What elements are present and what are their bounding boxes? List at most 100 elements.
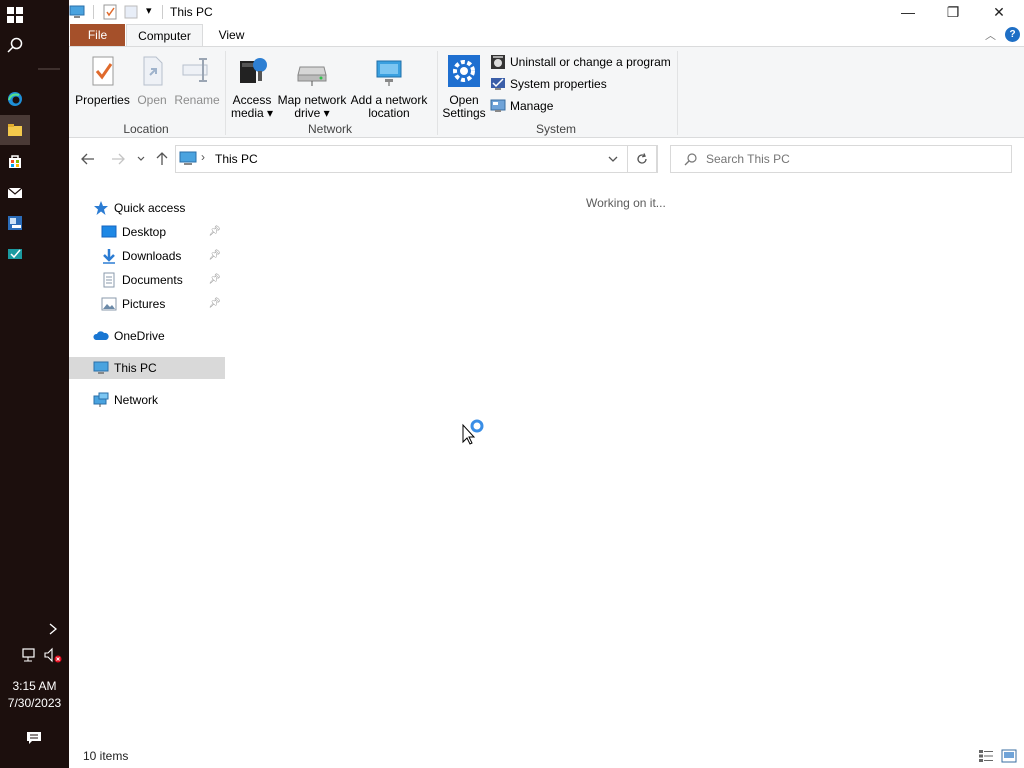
uninstall-icon — [491, 55, 505, 69]
nav-item-quick-access[interactable]: Quick access — [69, 197, 225, 219]
clock-date: 7/30/2023 — [7, 696, 62, 710]
group-separator — [225, 51, 226, 135]
tab-view[interactable]: View — [209, 24, 254, 46]
nav-label-pictures: Pictures — [122, 297, 166, 311]
nav-item-downloads[interactable]: Downloads 📌︎ — [69, 245, 225, 267]
up-button[interactable] — [151, 148, 173, 170]
nav-item-pictures[interactable]: Pictures 📌︎ — [69, 293, 225, 315]
new-folder-qat-icon[interactable] — [123, 4, 139, 20]
taskbar-mail[interactable] — [0, 177, 30, 207]
map-network-drive-button[interactable]: Map network drive ▾ — [276, 55, 348, 120]
uninstall-label: Uninstall or change a program — [510, 55, 671, 69]
manage-button[interactable]: Manage — [490, 97, 553, 115]
rename-button[interactable]: Rename — [174, 55, 220, 107]
address-dropdown-icon[interactable] — [608, 156, 618, 163]
nav-item-network[interactable]: Network — [69, 389, 225, 411]
pin-icon[interactable]: 📌︎ — [208, 226, 221, 237]
nav-label-onedrive: OneDrive — [114, 329, 165, 343]
app-icon — [8, 249, 22, 259]
network-location-icon — [376, 60, 402, 86]
pin-icon[interactable]: 📌︎ — [208, 250, 221, 261]
pin-icon[interactable]: 📌︎ — [208, 298, 221, 309]
loading-status-text: Working on it... — [586, 196, 666, 210]
taskbar-edge[interactable] — [0, 84, 30, 114]
open-icon — [143, 56, 163, 86]
store-icon — [9, 155, 21, 168]
group-separator — [677, 51, 678, 135]
nav-item-this-pc[interactable]: This PC — [69, 357, 225, 379]
access-media-button[interactable]: Access media ▾ — [229, 55, 275, 120]
search-box[interactable] — [670, 145, 1012, 173]
minimize-button[interactable]: — — [885, 0, 931, 24]
pin-icon[interactable]: 📌︎ — [208, 274, 221, 285]
properties-qat-icon[interactable] — [102, 4, 118, 20]
this-pc-icon — [93, 361, 109, 374]
system-properties-button[interactable]: System properties — [490, 75, 607, 93]
tab-computer[interactable]: Computer — [126, 24, 203, 46]
refresh-icon — [637, 153, 647, 164]
arrow-up-icon — [156, 152, 168, 165]
open-button[interactable]: Open — [133, 55, 171, 107]
downloads-icon — [103, 249, 115, 264]
search-icon — [7, 37, 23, 53]
search-input[interactable] — [706, 151, 996, 167]
arrow-right-icon — [112, 153, 125, 165]
open-settings-button[interactable]: Open Settings — [441, 55, 487, 120]
nav-label-desktop: Desktop — [122, 225, 167, 239]
app-icon — [8, 216, 22, 230]
maximize-button[interactable]: ❐ — [930, 0, 976, 24]
minimize-ribbon-button[interactable]: ︿ — [985, 27, 996, 43]
help-button[interactable]: ? — [1005, 27, 1020, 42]
clock[interactable]: 3:15 AM 7/30/2023 — [0, 678, 69, 712]
add-network-location-button[interactable]: Add a network location — [350, 55, 428, 120]
documents-icon — [103, 272, 115, 288]
refresh-button[interactable] — [627, 145, 657, 173]
properties-label: Properties — [75, 93, 130, 107]
breadcrumb-chevron-icon[interactable]: › — [201, 150, 205, 164]
manage-label: Manage — [510, 99, 554, 113]
nav-item-desktop[interactable]: Desktop 📌︎ — [69, 221, 225, 243]
customize-qat-dropdown[interactable]: ▾ — [146, 4, 152, 17]
taskbar-file-explorer[interactable] — [0, 115, 30, 145]
address-bar[interactable]: › This PC — [175, 145, 658, 173]
pictures-icon — [101, 297, 117, 311]
breadcrumb-this-pc[interactable]: This PC — [215, 152, 258, 166]
nav-label-documents: Documents — [122, 273, 183, 287]
volume-muted-icon — [44, 647, 62, 663]
status-bar: 10 items — [69, 744, 1024, 768]
location-group-label: Location — [123, 122, 169, 136]
nav-item-onedrive[interactable]: OneDrive — [69, 325, 225, 347]
address-row: › This PC — [69, 139, 1024, 179]
system-group-label: System — [535, 122, 576, 136]
taskbar-app[interactable] — [0, 208, 30, 238]
manage-icon — [490, 99, 506, 112]
properties-button[interactable]: Properties — [75, 55, 130, 107]
this-pc-icon — [179, 151, 197, 165]
onedrive-cloud-icon — [93, 331, 109, 340]
forward-button[interactable] — [107, 148, 129, 170]
group-separator — [437, 51, 438, 135]
busy-cursor-icon — [462, 419, 484, 445]
network-drive-icon — [297, 66, 327, 86]
ribbon: Properties Open Rename Location Access m… — [69, 46, 1024, 138]
nav-item-documents[interactable]: Documents 📌︎ — [69, 269, 225, 291]
tab-file[interactable]: File — [70, 24, 125, 46]
window-title: This PC — [170, 5, 213, 19]
volume-tray-button[interactable] — [38, 640, 68, 670]
taskbar-app-2[interactable] — [0, 238, 30, 268]
start-button[interactable] — [0, 0, 30, 30]
close-button[interactable]: ✕ — [976, 0, 1022, 24]
open-label: Open — [137, 93, 167, 107]
search-button[interactable] — [0, 30, 30, 60]
details-view-icon[interactable] — [978, 749, 994, 763]
ribbon-tabs: File Computer View ︿ ? — [69, 24, 1024, 46]
uninstall-program-button[interactable]: Uninstall or change a program — [490, 53, 671, 71]
action-center-button[interactable] — [19, 723, 49, 753]
title-bar[interactable]: ▾ This PC — ❐ ✕ — [69, 0, 1024, 24]
taskbar-store[interactable] — [0, 146, 30, 176]
back-button[interactable] — [77, 148, 99, 170]
system-properties-label: System properties — [510, 77, 607, 91]
large-icons-view-icon[interactable] — [1001, 749, 1017, 763]
recent-locations-button[interactable] — [131, 148, 151, 170]
content-area[interactable]: Working on it... — [231, 191, 1024, 731]
